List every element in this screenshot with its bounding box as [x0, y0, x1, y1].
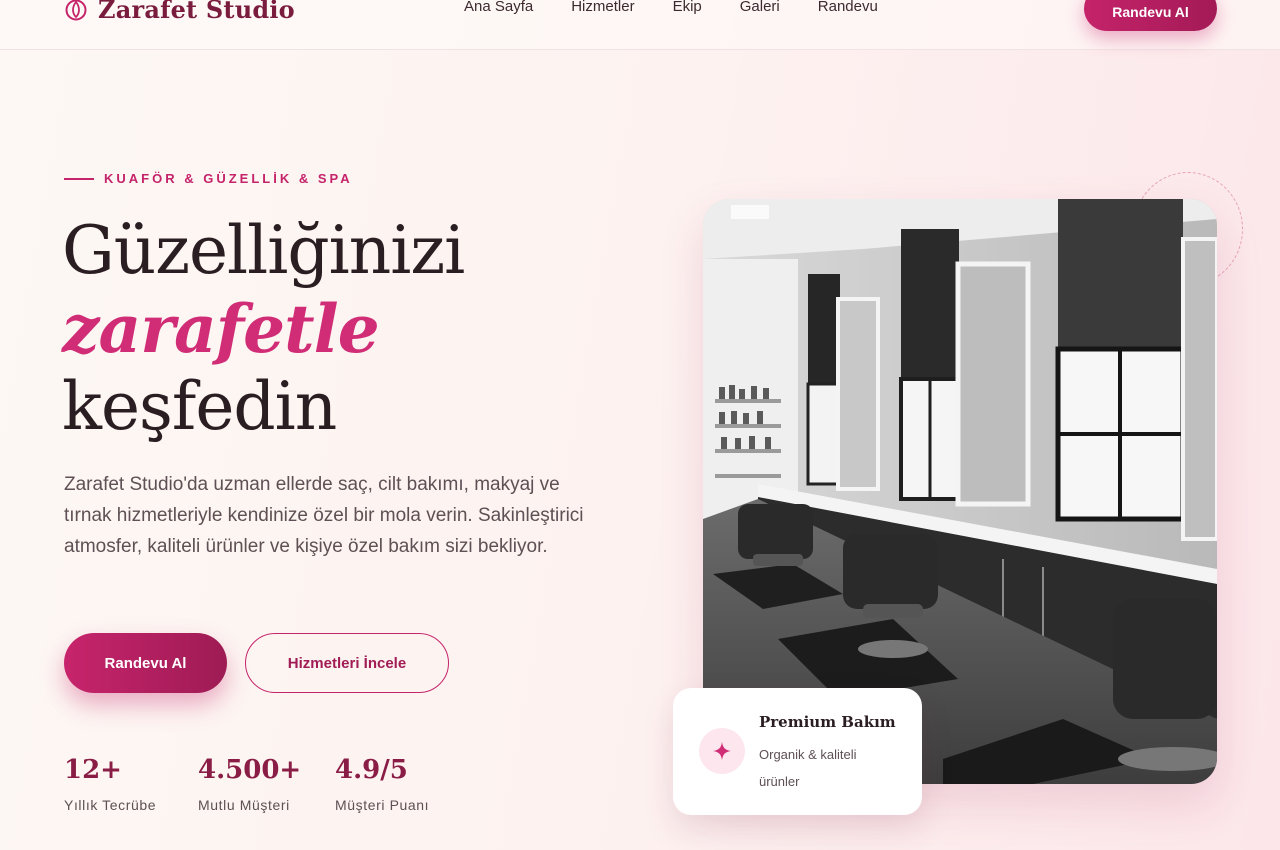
nav-item-services[interactable]: Hizmetler [571, 0, 634, 17]
stat-label: Müşteri Puanı [335, 797, 430, 813]
main-menu: Ana Sayfa Hizmetler Ekip Galeri Randevu [464, 0, 878, 17]
nav-item-appointment[interactable]: Randevu [818, 0, 878, 17]
card-icon-badge [699, 728, 745, 774]
stat-value: 12+ [64, 755, 122, 785]
card-subtitle: Organik & kaliteli ürünler [759, 747, 857, 789]
nav-item-team[interactable]: Ekip [673, 0, 702, 17]
view-services-button[interactable]: Hizmetleri İncele [245, 633, 449, 693]
stat-label: Yıllık Tecrübe [64, 797, 157, 813]
site-header: Zarafet Studio Ana Sayfa Hizmetler Ekip … [0, 0, 1280, 50]
hero-title-highlight: zarafetle [62, 290, 380, 368]
nav-item-home[interactable]: Ana Sayfa [464, 0, 533, 17]
hero-appointment-button[interactable]: Randevu Al [64, 633, 227, 693]
brand-logo[interactable]: Zarafet Studio [64, 0, 295, 26]
stat-rating: 4.9/5 Müşteri Puanı [335, 752, 429, 813]
stat-experience: 12+ Yıllık Tecrübe [64, 752, 156, 813]
leaf-logo-icon [65, 0, 87, 21]
card-title: Premium Bakım [759, 713, 896, 731]
hero-title-line-1: Güzelliğinizi [62, 212, 465, 289]
nav-item-gallery[interactable]: Galeri [740, 0, 780, 17]
hero-eyebrow: KUAFÖR & GÜZELLİK & SPA [64, 171, 353, 186]
hero-description: Zarafet Studio'da uzman ellerde saç, cil… [64, 474, 584, 557]
stat-value: 4.500+ [198, 755, 302, 785]
stat-value: 4.9/5 [335, 755, 408, 785]
eyebrow-text: KUAFÖR & GÜZELLİK & SPA [104, 171, 353, 186]
hero-title-line-3: keşfedin [62, 368, 337, 445]
brand-name: Zarafet Studio [98, 0, 295, 24]
header-appointment-button[interactable]: Randevu Al [1084, 0, 1217, 31]
stat-customers: 4.500+ Mutlu Müşteri [198, 752, 301, 813]
premium-care-card: Premium Bakım Organik & kaliteli ürünler [673, 688, 922, 815]
stat-label: Mutlu Müşteri [198, 797, 290, 813]
eyebrow-divider [64, 177, 94, 180]
sparkle-icon [713, 742, 731, 760]
